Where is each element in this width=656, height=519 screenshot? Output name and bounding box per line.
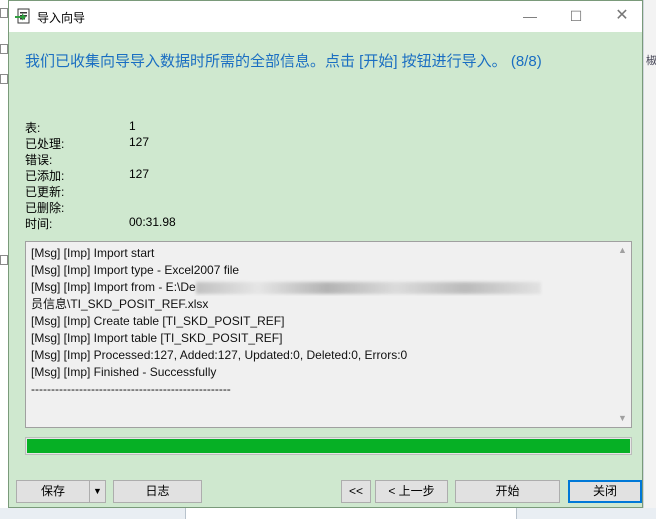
redacted-path <box>195 281 541 294</box>
log-line: [Msg] [Imp] Create table [TI_SKD_POSIT_R… <box>31 314 285 328</box>
import-wizard-icon <box>15 8 30 24</box>
background-checkbox <box>0 44 8 54</box>
log-line: 员信息\TI_SKD_POSIT_REF.xlsx <box>31 297 209 311</box>
start-button[interactable]: 开始 <box>455 480 560 503</box>
stat-label: 已添加: <box>25 169 65 183</box>
previous-step-button[interactable]: < 上一步 <box>375 480 448 503</box>
title-bar[interactable]: 导入向导 — ☐ ✕ <box>9 1 642 32</box>
maximize-button[interactable]: ☐ <box>553 1 599 32</box>
log-line: [Msg] [Imp] Finished - Successfully <box>31 365 217 379</box>
minimize-button[interactable]: — <box>507 1 553 32</box>
import-log-textarea[interactable]: [Msg] [Imp] Import start [Msg] [Imp] Imp… <box>25 241 632 428</box>
stat-label: 已处理: <box>25 137 65 151</box>
stat-label: 已删除: <box>25 201 65 215</box>
log-vertical-scrollbar[interactable]: ▲ ▼ <box>614 242 631 427</box>
log-line-import-path: [Msg] [Imp] Import from - E:\De <box>31 279 616 296</box>
import-progress-bar <box>25 437 632 455</box>
scroll-up-arrow-icon[interactable]: ▲ <box>614 242 631 259</box>
log-line-text: [Msg] [Imp] Import from - E:\De <box>31 280 196 294</box>
background-app-left-edge <box>0 0 8 519</box>
log-button[interactable]: 日志 <box>113 480 202 503</box>
background-checkbox <box>0 74 8 84</box>
stat-label: 已更新: <box>25 185 65 199</box>
background-app-right-edge: 椒 <box>643 0 656 519</box>
stat-value: 00:31.98 <box>129 215 176 229</box>
import-wizard-dialog: 导入向导 — ☐ ✕ 我们已收集向导导入数据时所需的全部信息。点击 [开始] 按… <box>8 0 643 508</box>
stat-value: 127 <box>129 135 150 149</box>
close-window-button[interactable]: ✕ <box>599 1 645 32</box>
log-line: [Msg] [Imp] Import type - Excel2007 file <box>31 263 240 277</box>
background-text: 椒 <box>646 55 656 67</box>
stat-label: 时间: <box>25 217 53 231</box>
background-app-bottom-edge <box>0 508 656 519</box>
close-button[interactable]: 关闭 <box>568 480 642 503</box>
scroll-down-arrow-icon[interactable]: ▼ <box>614 410 631 427</box>
progress-bar-fill <box>27 439 630 453</box>
background-panel <box>185 508 517 519</box>
stat-label: 表: <box>25 121 41 135</box>
window-title: 导入向导 <box>37 11 86 25</box>
log-line: [Msg] [Imp] Import start <box>31 246 155 260</box>
log-line: [Msg] [Imp] Processed:127, Added:127, Up… <box>31 348 408 362</box>
wizard-step-headline: 我们已收集向导导入数据时所需的全部信息。点击 [开始] 按钮进行导入。 (8/8… <box>25 53 542 70</box>
background-checkbox <box>0 8 8 18</box>
log-line: [Msg] [Imp] Import table [TI_SKD_POSIT_R… <box>31 331 283 345</box>
stat-value: 127 <box>129 167 150 181</box>
save-button[interactable]: 保存 <box>16 480 90 503</box>
first-step-button[interactable]: << <box>341 480 371 503</box>
background-checkbox <box>0 255 8 265</box>
save-dropdown-button[interactable]: ▼ <box>89 480 106 503</box>
stat-label: 错误: <box>25 153 53 167</box>
stat-value: 1 <box>129 119 136 133</box>
log-line-separator: ----------------------------------------… <box>31 382 231 396</box>
